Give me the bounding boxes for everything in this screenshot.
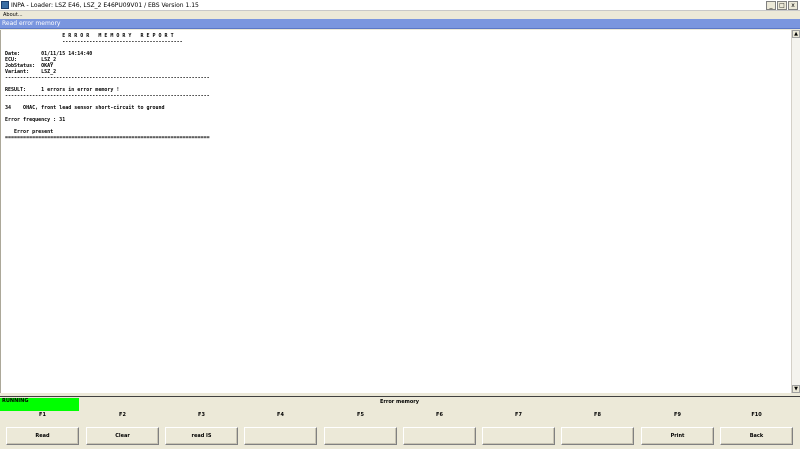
status-bar: RUNNING Error memory	[0, 396, 800, 412]
fkey-3: F3 read IS	[165, 411, 238, 447]
app-icon	[1, 1, 9, 9]
fkey-10: F10 Back	[720, 411, 793, 447]
panel-title: Read error memory	[2, 20, 61, 27]
report-line: ----------------------------------------…	[5, 93, 210, 99]
fkey-label: F1	[39, 412, 46, 418]
fkey-4: F4	[244, 411, 317, 447]
report-line: ----------------------------------------…	[5, 75, 210, 81]
menu-about[interactable]: About...	[3, 11, 23, 19]
report-line: Error frequency : 31	[5, 117, 66, 123]
panel-header: Read error memory	[0, 19, 800, 29]
scroll-up-icon[interactable]: ▲	[792, 30, 800, 38]
fkey-label: F10	[751, 412, 762, 418]
fkey-5: F5	[324, 411, 397, 447]
fkey-label: F4	[277, 412, 284, 418]
window-controls: _ □ x	[766, 1, 798, 10]
fkey-label: F3	[198, 412, 205, 418]
running-label: RUNNING	[2, 398, 29, 404]
function-key-bar: F1 Read F2 Clear F3 read IS F4 F5 F6 F7 F8 F9 Print F…	[0, 411, 800, 449]
fkey-label: F9	[674, 412, 681, 418]
screen-title: Error memory	[380, 399, 419, 405]
fkey-button-3[interactable]: read IS	[165, 427, 238, 445]
fkey-2: F2 Clear	[86, 411, 159, 447]
fkey-button-2[interactable]: Clear	[86, 427, 159, 445]
fkey-button-4[interactable]	[244, 427, 317, 445]
fkey-button-6[interactable]	[403, 427, 476, 445]
fkey-button-8[interactable]	[561, 427, 634, 445]
fkey-button-1[interactable]: Read	[6, 427, 79, 445]
fkey-8: F8	[561, 411, 634, 447]
menu-bar: About...	[0, 11, 800, 19]
title-bar: INPA - Loader: LSZ E46, LSZ_2 E46PU09V01…	[0, 0, 800, 11]
report-line: ========================================…	[5, 135, 210, 141]
vertical-scrollbar[interactable]: ▲ ▼	[791, 30, 800, 393]
fkey-label: F6	[436, 412, 443, 418]
fkey-label: F5	[357, 412, 364, 418]
close-button[interactable]: x	[788, 1, 798, 10]
report-area[interactable]: E R R O R M E M O R Y R E P O R T ------…	[0, 30, 791, 393]
fkey-button-7[interactable]	[482, 427, 555, 445]
report-line: 34 OHAC, front lead sensor short-circuit…	[5, 105, 165, 111]
fkey-label: F2	[119, 412, 126, 418]
window-title: INPA - Loader: LSZ E46, LSZ_2 E46PU09V01…	[11, 2, 199, 9]
fkey-button-9[interactable]: Print	[641, 427, 714, 445]
minimize-button[interactable]: _	[766, 1, 776, 10]
fkey-6: F6	[403, 411, 476, 447]
fkey-1: F1 Read	[6, 411, 79, 447]
report-line: ----------------------------------------	[5, 39, 183, 45]
fkey-button-5[interactable]	[324, 427, 397, 445]
running-indicator: RUNNING	[0, 398, 79, 412]
fkey-7: F7	[482, 411, 555, 447]
fkey-label: F8	[594, 412, 601, 418]
fkey-button-10[interactable]: Back	[720, 427, 793, 445]
fkey-label: F7	[515, 412, 522, 418]
maximize-button[interactable]: □	[777, 1, 787, 10]
scroll-down-icon[interactable]: ▼	[792, 385, 800, 393]
fkey-9: F9 Print	[641, 411, 714, 447]
